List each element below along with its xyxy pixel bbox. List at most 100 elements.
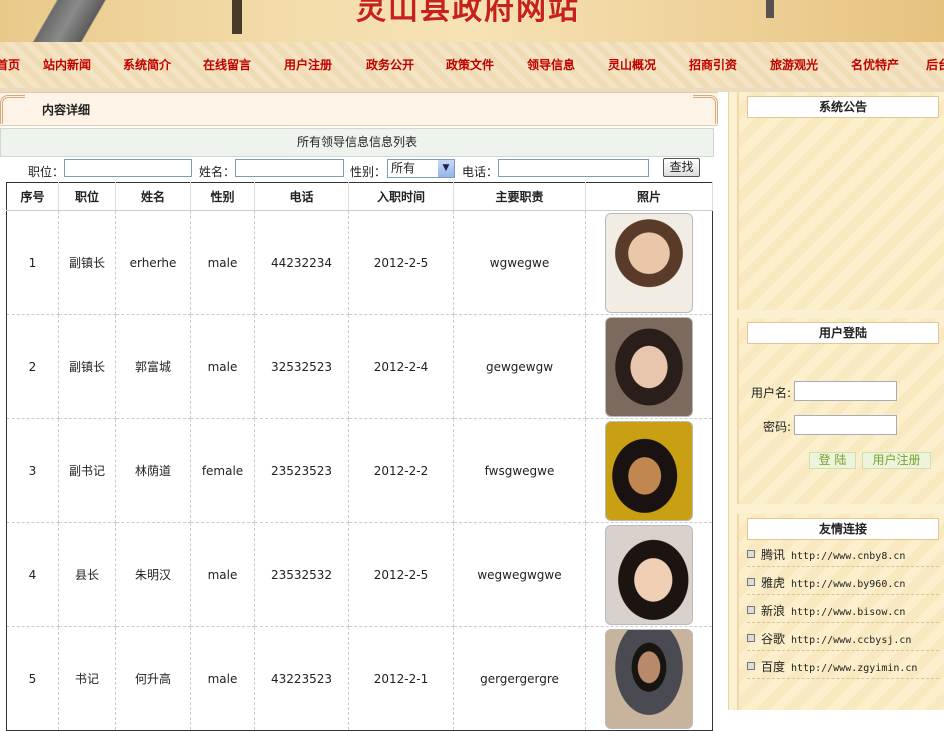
notice-panel: 系统公告	[737, 92, 944, 310]
nav-item-investment[interactable]: 招商引资	[689, 56, 737, 73]
cell-gender: female	[190, 418, 255, 523]
password-input[interactable]	[794, 415, 897, 435]
content-header: 内容详细	[0, 92, 718, 126]
cell-position: 副书记	[58, 418, 116, 523]
cell-no: 2	[6, 314, 59, 419]
content-header-label: 内容详细	[42, 103, 91, 117]
list-caption: 所有领导信息信息列表	[0, 128, 714, 157]
bullet-icon	[747, 634, 755, 642]
link-name: 百度	[761, 660, 786, 674]
nav-item-intro[interactable]: 系统简介	[123, 56, 171, 73]
column-header: 姓名	[115, 182, 191, 211]
link-item[interactable]: 新浪 http://www.bisow.cn	[747, 602, 939, 623]
leader-photo	[605, 316, 693, 417]
search-button[interactable]: 查找	[663, 158, 700, 177]
position-label: 职位：	[28, 165, 65, 179]
links-panel: 友情连接 腾讯 http://www.cnby8.cn 雅虎 http://www.…	[737, 514, 944, 710]
cell-photo	[585, 522, 713, 627]
search-bar: 职位： 姓名： 性别： 所有 ▼ 电话： 查找	[0, 157, 712, 181]
gender-select[interactable]: 所有 ▼	[387, 159, 455, 178]
cell-no: 1	[6, 210, 59, 315]
cell-gender: male	[190, 522, 255, 627]
cell-duty: wgwegwe	[453, 210, 586, 315]
cell-position: 书记	[58, 626, 116, 731]
nav-item-admin[interactable]: 后台	[926, 56, 944, 73]
bullet-icon	[747, 578, 755, 586]
cell-phone: 43223523	[254, 626, 349, 731]
sidebar: 系统公告 用户登陆 用户名: 密码: 登 陆 用户注册 友情连接 腾讯 http:…	[728, 92, 944, 710]
leader-photo	[605, 212, 693, 313]
nav-item-tourism[interactable]: 旅游观光	[770, 56, 818, 73]
cell-name: 林荫道	[115, 418, 191, 523]
cell-position: 副镇长	[58, 210, 116, 315]
table-row: 1 副镇长 erherhe male 44232234 2012-2-5 wgw…	[6, 210, 713, 315]
phone-label: 电话：	[462, 165, 499, 179]
table-header-row: 序号 职位 姓名 性别 电话 入职时间 主要职责 照片	[6, 182, 713, 211]
phone-input[interactable]	[498, 159, 649, 177]
cell-name: 朱明汉	[115, 522, 191, 627]
leader-photo	[605, 524, 693, 625]
nav-item-register[interactable]: 用户注册	[284, 56, 332, 73]
name-input[interactable]	[235, 159, 344, 177]
gender-label: 性别：	[350, 165, 387, 179]
cell-photo	[585, 210, 713, 315]
nav-item-home[interactable]: 首页	[0, 56, 20, 73]
cell-name: erherhe	[115, 210, 191, 315]
nav-item-overview[interactable]: 灵山概况	[608, 56, 656, 73]
cell-duty: gewgewgw	[453, 314, 586, 419]
table-row: 2 副镇长 郭富城 male 32532523 2012-2-4 gewgewg…	[6, 314, 713, 419]
leaders-table: 序号 职位 姓名 性别 电话 入职时间 主要职责 照片 1 副镇长 erherh…	[6, 182, 713, 731]
nav-item-news[interactable]: 站内新闻	[43, 56, 91, 73]
column-header: 照片	[585, 182, 713, 211]
position-input[interactable]	[64, 159, 192, 177]
link-name: 谷歌	[761, 632, 786, 646]
corner-ornament-icon	[693, 95, 718, 124]
link-item[interactable]: 百度 http://www.zgyimin.cn	[747, 658, 939, 679]
link-item[interactable]: 谷歌 http://www.ccbysj.cn	[747, 630, 939, 651]
password-label: 密码:	[763, 420, 792, 434]
banner-road-image	[20, 0, 140, 42]
nav-item-message[interactable]: 在线留言	[203, 56, 251, 73]
notice-title: 系统公告	[747, 96, 939, 118]
nav-item-affairs[interactable]: 政务公开	[366, 56, 414, 73]
table-row: 4 县长 朱明汉 male 23532532 2012-2-5 wegwegwg…	[6, 522, 713, 627]
leader-photo	[605, 628, 693, 729]
site-title: 灵山县政府网站	[356, 0, 580, 27]
username-input[interactable]	[794, 381, 897, 401]
main-nav: 首页 站内新闻 系统简介 在线留言 用户注册 政务公开 政策文件 领导信息 灵山…	[0, 42, 944, 88]
banner-pole-image	[232, 0, 242, 34]
column-header: 入职时间	[348, 182, 454, 211]
nav-item-specialty[interactable]: 名优特产	[851, 56, 899, 73]
chevron-down-icon[interactable]: ▼	[438, 160, 454, 177]
login-title: 用户登陆	[747, 322, 939, 344]
cell-gender: male	[190, 626, 255, 731]
link-name: 腾讯	[761, 548, 786, 562]
username-label: 用户名:	[751, 386, 792, 400]
cell-date: 2012-2-4	[348, 314, 454, 419]
cell-date: 2012-2-1	[348, 626, 454, 731]
link-item[interactable]: 腾讯 http://www.cnby8.cn	[747, 546, 939, 567]
login-button[interactable]: 登 陆	[809, 452, 856, 469]
cell-position: 县长	[58, 522, 116, 627]
nav-item-policy[interactable]: 政策文件	[446, 56, 494, 73]
bullet-icon	[747, 550, 755, 558]
cell-phone: 32532523	[254, 314, 349, 419]
cell-gender: male	[190, 210, 255, 315]
cell-name: 何升高	[115, 626, 191, 731]
link-item[interactable]: 雅虎 http://www.by960.cn	[747, 574, 939, 595]
login-panel: 用户登陆 用户名: 密码: 登 陆 用户注册	[737, 318, 944, 504]
gender-select-value: 所有	[391, 161, 416, 175]
nav-item-leaders[interactable]: 领导信息	[527, 56, 575, 73]
cell-photo	[585, 418, 713, 523]
cell-date: 2012-2-2	[348, 418, 454, 523]
link-url: http://www.by960.cn	[791, 579, 906, 590]
link-url: http://www.cnby8.cn	[791, 551, 906, 562]
bullet-icon	[747, 662, 755, 670]
register-button[interactable]: 用户注册	[862, 452, 931, 469]
column-header: 主要职责	[453, 182, 586, 211]
column-header: 性别	[190, 182, 255, 211]
site-banner: 灵山县政府网站	[0, 0, 944, 42]
banner-post-image	[766, 0, 774, 18]
link-url: http://www.zgyimin.cn	[791, 663, 918, 674]
links-title: 友情连接	[747, 518, 939, 540]
